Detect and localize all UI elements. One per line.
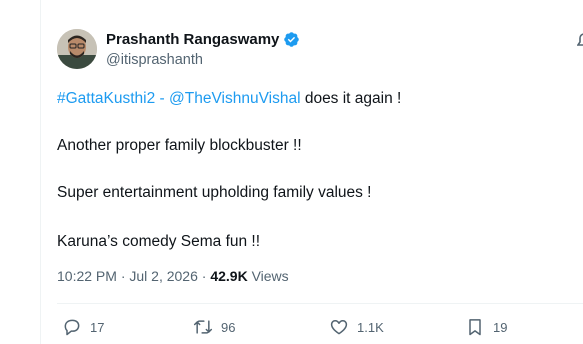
reply-count: 17	[90, 319, 105, 335]
heart-icon	[330, 320, 348, 335]
reply-icon	[64, 319, 80, 336]
avatar-image	[57, 29, 97, 69]
meta-dot: ·	[197, 268, 211, 284]
author-name-row: Prashanth Rangaswamy	[106, 31, 300, 48]
views-count: 42.9K	[210, 268, 248, 284]
tweet-meta: 10:22 PM · Jul 2, 2026 · 42.9K Views	[57, 268, 289, 284]
tweet-line-3: Super entertainment upholding family val…	[57, 184, 372, 201]
retweet-count: 96	[221, 319, 236, 335]
avatar[interactable]	[57, 29, 97, 69]
bookmark-icon	[469, 319, 481, 336]
views-label: Views	[247, 268, 289, 284]
bookmark-button[interactable]: 19	[465, 317, 507, 337]
retweet-button[interactable]: 96	[193, 317, 235, 337]
more-options-icon[interactable]	[576, 33, 583, 49]
separator: -	[155, 90, 170, 107]
retweet-icon	[193, 320, 213, 334]
like-count: 1.1K	[357, 319, 384, 335]
like-button[interactable]: 1.1K	[329, 317, 384, 337]
author-display-name[interactable]: Prashanth Rangaswamy	[106, 31, 279, 48]
verified-badge-icon	[283, 31, 300, 48]
mention-link[interactable]: @TheVishnuVishal	[169, 90, 301, 107]
timestamp[interactable]: 10:22 PM · Jul 2, 2026	[57, 268, 198, 284]
hashtag-link[interactable]: #GattaKusthi2	[57, 90, 155, 107]
tweet-line-1: #GattaKusthi2 - @TheVishnuVishal does it…	[57, 88, 401, 109]
tweet-line-4: Karuna’s comedy Sema fun !!	[57, 233, 261, 250]
reply-button[interactable]: 17	[62, 317, 104, 337]
tweet-line-2: Another proper family blockbuster !!	[57, 137, 302, 154]
timeline-border	[40, 0, 41, 344]
tweet-line-1-rest: does it again !	[300, 90, 402, 107]
divider	[57, 303, 583, 304]
bookmark-count: 19	[493, 319, 508, 335]
author-handle[interactable]: @itisprashanth	[106, 52, 203, 68]
